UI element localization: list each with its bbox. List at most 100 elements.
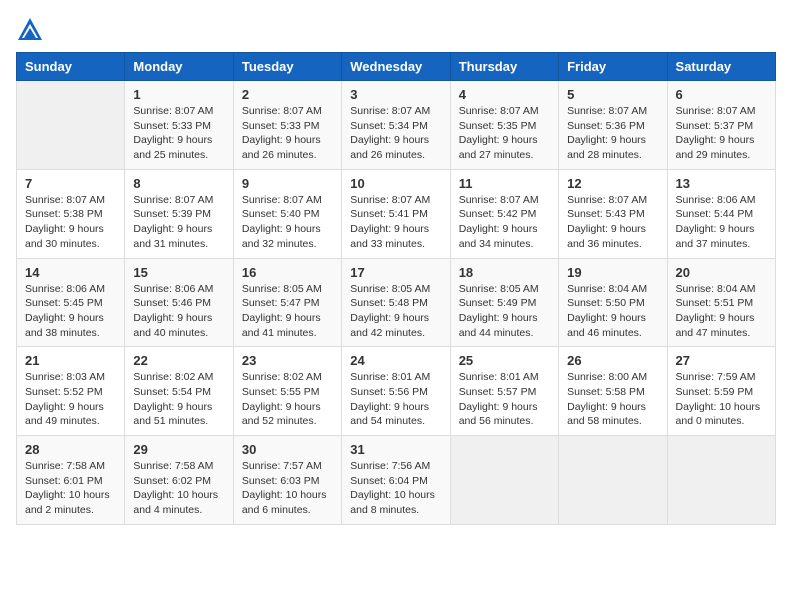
week-row-1: 1 Sunrise: 8:07 AMSunset: 5:33 PMDaylight… xyxy=(17,81,776,170)
day-number: 12 xyxy=(567,176,658,191)
day-info: Sunrise: 8:07 AMSunset: 5:43 PMDaylight:… xyxy=(567,193,658,252)
table-row xyxy=(667,436,775,525)
table-row: 6 Sunrise: 8:07 AMSunset: 5:37 PMDaylight… xyxy=(667,81,775,170)
day-number: 6 xyxy=(676,87,767,102)
table-row: 30 Sunrise: 7:57 AMSunset: 6:03 PMDayligh… xyxy=(233,436,341,525)
day-info: Sunrise: 8:02 AMSunset: 5:54 PMDaylight:… xyxy=(133,370,224,429)
table-row: 4 Sunrise: 8:07 AMSunset: 5:35 PMDaylight… xyxy=(450,81,558,170)
page-header xyxy=(16,16,776,44)
day-info: Sunrise: 8:06 AMSunset: 5:45 PMDaylight:… xyxy=(25,282,116,341)
logo xyxy=(16,16,48,44)
day-number: 22 xyxy=(133,353,224,368)
table-row: 28 Sunrise: 7:58 AMSunset: 6:01 PMDayligh… xyxy=(17,436,125,525)
weekday-header-wednesday: Wednesday xyxy=(342,53,450,81)
day-info: Sunrise: 8:04 AMSunset: 5:50 PMDaylight:… xyxy=(567,282,658,341)
day-number: 23 xyxy=(242,353,333,368)
day-info: Sunrise: 8:01 AMSunset: 5:56 PMDaylight:… xyxy=(350,370,441,429)
weekday-header-row: SundayMondayTuesdayWednesdayThursdayFrid… xyxy=(17,53,776,81)
table-row: 24 Sunrise: 8:01 AMSunset: 5:56 PMDayligh… xyxy=(342,347,450,436)
day-number: 10 xyxy=(350,176,441,191)
day-info: Sunrise: 8:05 AMSunset: 5:48 PMDaylight:… xyxy=(350,282,441,341)
day-info: Sunrise: 8:01 AMSunset: 5:57 PMDaylight:… xyxy=(459,370,550,429)
day-info: Sunrise: 8:07 AMSunset: 5:41 PMDaylight:… xyxy=(350,193,441,252)
day-number: 29 xyxy=(133,442,224,457)
day-info: Sunrise: 7:58 AMSunset: 6:02 PMDaylight:… xyxy=(133,459,224,518)
day-info: Sunrise: 8:03 AMSunset: 5:52 PMDaylight:… xyxy=(25,370,116,429)
table-row: 3 Sunrise: 8:07 AMSunset: 5:34 PMDaylight… xyxy=(342,81,450,170)
weekday-header-saturday: Saturday xyxy=(667,53,775,81)
day-info: Sunrise: 8:00 AMSunset: 5:58 PMDaylight:… xyxy=(567,370,658,429)
week-row-2: 7Sunrise: 8:07 AMSunset: 5:38 PMDaylight… xyxy=(17,169,776,258)
table-row: 1 Sunrise: 8:07 AMSunset: 5:33 PMDaylight… xyxy=(125,81,233,170)
day-number: 25 xyxy=(459,353,550,368)
table-row xyxy=(17,81,125,170)
table-row: 20Sunrise: 8:04 AMSunset: 5:51 PMDayligh… xyxy=(667,258,775,347)
day-number: 14 xyxy=(25,265,116,280)
day-info: Sunrise: 7:58 AMSunset: 6:01 PMDaylight:… xyxy=(25,459,116,518)
table-row: 31Sunrise: 7:56 AMSunset: 6:04 PMDayligh… xyxy=(342,436,450,525)
day-info: Sunrise: 8:07 AMSunset: 5:38 PMDaylight:… xyxy=(25,193,116,252)
day-info: Sunrise: 8:07 AMSunset: 5:36 PMDaylight:… xyxy=(567,104,658,163)
day-number: 3 xyxy=(350,87,441,102)
table-row: 14 Sunrise: 8:06 AMSunset: 5:45 PMDayligh… xyxy=(17,258,125,347)
day-number: 18 xyxy=(459,265,550,280)
day-number: 2 xyxy=(242,87,333,102)
day-number: 11 xyxy=(459,176,550,191)
table-row: 10 Sunrise: 8:07 AMSunset: 5:41 PMDayligh… xyxy=(342,169,450,258)
day-number: 19 xyxy=(567,265,658,280)
day-info: Sunrise: 8:05 AMSunset: 5:49 PMDaylight:… xyxy=(459,282,550,341)
day-number: 21 xyxy=(25,353,116,368)
table-row: 8Sunrise: 8:07 AMSunset: 5:39 PMDaylight… xyxy=(125,169,233,258)
day-number: 28 xyxy=(25,442,116,457)
weekday-header-friday: Friday xyxy=(559,53,667,81)
day-info: Sunrise: 8:07 AMSunset: 5:42 PMDaylight:… xyxy=(459,193,550,252)
day-info: Sunrise: 8:07 AMSunset: 5:34 PMDaylight:… xyxy=(350,104,441,163)
day-number: 1 xyxy=(133,87,224,102)
table-row: 23 Sunrise: 8:02 AMSunset: 5:55 PMDayligh… xyxy=(233,347,341,436)
weekday-header-sunday: Sunday xyxy=(17,53,125,81)
table-row: 19 Sunrise: 8:04 AMSunset: 5:50 PMDayligh… xyxy=(559,258,667,347)
weekday-header-thursday: Thursday xyxy=(450,53,558,81)
day-info: Sunrise: 8:06 AMSunset: 5:44 PMDaylight:… xyxy=(676,193,767,252)
table-row: 25 Sunrise: 8:01 AMSunset: 5:57 PMDayligh… xyxy=(450,347,558,436)
table-row: 27Sunrise: 7:59 AMSunset: 5:59 PMDayligh… xyxy=(667,347,775,436)
day-info: Sunrise: 8:07 AMSunset: 5:35 PMDaylight:… xyxy=(459,104,550,163)
logo-icon xyxy=(16,16,44,44)
day-info: Sunrise: 8:02 AMSunset: 5:55 PMDaylight:… xyxy=(242,370,333,429)
week-row-5: 28 Sunrise: 7:58 AMSunset: 6:01 PMDayligh… xyxy=(17,436,776,525)
table-row: 7Sunrise: 8:07 AMSunset: 5:38 PMDaylight… xyxy=(17,169,125,258)
day-number: 9 xyxy=(242,176,333,191)
table-row: 18 Sunrise: 8:05 AMSunset: 5:49 PMDayligh… xyxy=(450,258,558,347)
table-row: 2 Sunrise: 8:07 AMSunset: 5:33 PMDaylight… xyxy=(233,81,341,170)
day-info: Sunrise: 7:57 AMSunset: 6:03 PMDaylight:… xyxy=(242,459,333,518)
day-number: 8 xyxy=(133,176,224,191)
day-number: 24 xyxy=(350,353,441,368)
weekday-header-monday: Monday xyxy=(125,53,233,81)
week-row-4: 21 Sunrise: 8:03 AMSunset: 5:52 PMDayligh… xyxy=(17,347,776,436)
day-info: Sunrise: 8:07 AMSunset: 5:40 PMDaylight:… xyxy=(242,193,333,252)
day-info: Sunrise: 8:07 AMSunset: 5:33 PMDaylight:… xyxy=(133,104,224,163)
day-number: 17 xyxy=(350,265,441,280)
table-row: 5 Sunrise: 8:07 AMSunset: 5:36 PMDaylight… xyxy=(559,81,667,170)
day-number: 13 xyxy=(676,176,767,191)
week-row-3: 14 Sunrise: 8:06 AMSunset: 5:45 PMDayligh… xyxy=(17,258,776,347)
day-number: 20 xyxy=(676,265,767,280)
weekday-header-tuesday: Tuesday xyxy=(233,53,341,81)
calendar-header: SundayMondayTuesdayWednesdayThursdayFrid… xyxy=(17,53,776,81)
day-number: 5 xyxy=(567,87,658,102)
table-row: 21 Sunrise: 8:03 AMSunset: 5:52 PMDayligh… xyxy=(17,347,125,436)
day-number: 16 xyxy=(242,265,333,280)
table-row: 9 Sunrise: 8:07 AMSunset: 5:40 PMDaylight… xyxy=(233,169,341,258)
day-number: 30 xyxy=(242,442,333,457)
table-row: 11 Sunrise: 8:07 AMSunset: 5:42 PMDayligh… xyxy=(450,169,558,258)
day-number: 15 xyxy=(133,265,224,280)
day-number: 26 xyxy=(567,353,658,368)
calendar-body: 1 Sunrise: 8:07 AMSunset: 5:33 PMDaylight… xyxy=(17,81,776,525)
day-number: 4 xyxy=(459,87,550,102)
table-row: 17 Sunrise: 8:05 AMSunset: 5:48 PMDayligh… xyxy=(342,258,450,347)
day-info: Sunrise: 8:06 AMSunset: 5:46 PMDaylight:… xyxy=(133,282,224,341)
table-row xyxy=(450,436,558,525)
table-row xyxy=(559,436,667,525)
day-info: Sunrise: 8:07 AMSunset: 5:37 PMDaylight:… xyxy=(676,104,767,163)
day-info: Sunrise: 8:07 AMSunset: 5:33 PMDaylight:… xyxy=(242,104,333,163)
